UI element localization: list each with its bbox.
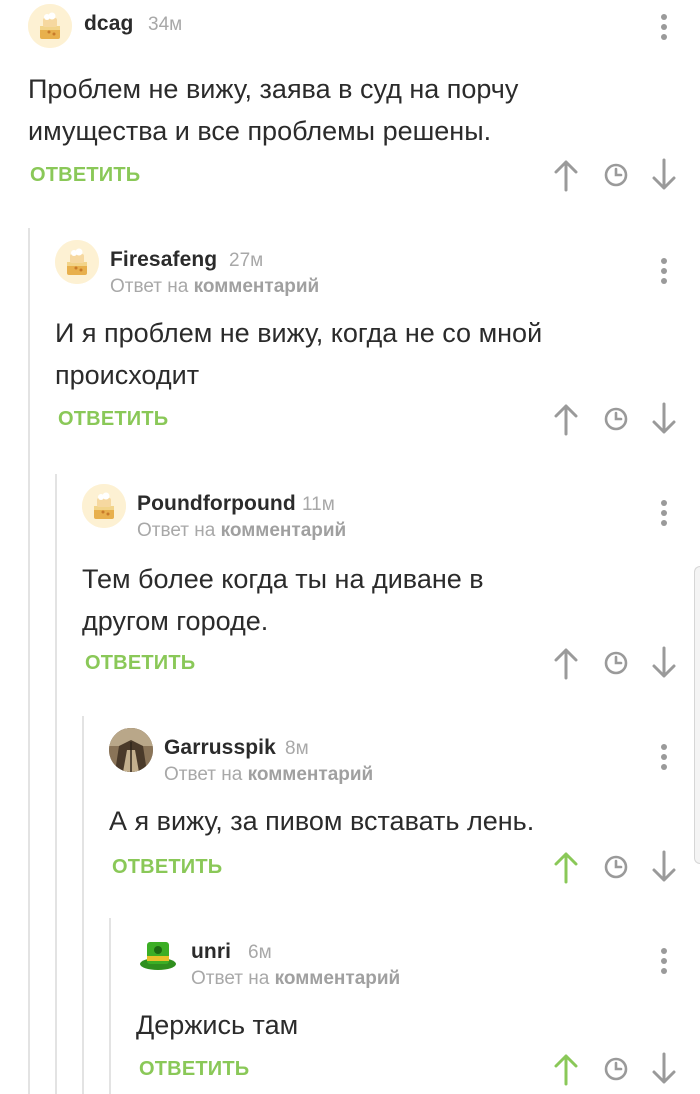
comment: dcag 34м Проблем не вижу, заява в суд на… bbox=[0, 0, 700, 210]
reply-to-prefix: Ответ на bbox=[164, 764, 243, 785]
reply-button[interactable]: ОТВЕТИТЬ bbox=[112, 856, 222, 879]
cake-icon bbox=[82, 484, 126, 528]
comment-text: Проблем не вижу, заява в суд на порчу им… bbox=[28, 74, 519, 146]
cake-icon bbox=[55, 240, 99, 284]
reply-button[interactable]: ОТВЕТИТЬ bbox=[85, 652, 195, 675]
reply-to-link[interactable]: комментарий bbox=[275, 968, 401, 989]
comment-header: unri 6м Ответ на комментарий bbox=[136, 928, 700, 992]
arrow-down-icon[interactable] bbox=[648, 646, 680, 680]
comment: Poundforpound 11м Ответ на комментарий Т… bbox=[82, 480, 700, 700]
clock-icon[interactable] bbox=[600, 158, 632, 192]
more-vertical-icon[interactable] bbox=[661, 258, 667, 288]
clock-icon[interactable] bbox=[600, 1052, 632, 1086]
comment-text: И я проблем не вижу, когда не со мной пр… bbox=[55, 318, 543, 390]
more-vertical-icon[interactable] bbox=[661, 744, 667, 774]
username[interactable]: dcag bbox=[84, 12, 133, 36]
comment-time: 8м bbox=[285, 738, 309, 759]
comment-actions: ОТВЕТИТЬ bbox=[112, 850, 692, 886]
reply-to: Ответ на комментарий bbox=[191, 968, 400, 990]
cake-icon bbox=[28, 4, 72, 48]
comment-actions: ОТВЕТИТЬ bbox=[30, 158, 690, 194]
scrollbar[interactable] bbox=[694, 566, 700, 864]
comment-text: А я вижу, за пивом вставать лень. bbox=[109, 806, 535, 836]
reply-to-link[interactable]: комментарий bbox=[221, 520, 347, 541]
clock-icon[interactable] bbox=[600, 850, 632, 884]
arrow-up-icon[interactable] bbox=[550, 1052, 582, 1086]
clock-icon[interactable] bbox=[600, 646, 632, 680]
arrow-up-icon[interactable] bbox=[550, 850, 582, 884]
more-vertical-icon[interactable] bbox=[661, 500, 667, 530]
user-avatar[interactable] bbox=[28, 4, 72, 48]
reply-to: Ответ на комментарий bbox=[137, 520, 346, 542]
user-avatar[interactable] bbox=[136, 932, 180, 976]
arrow-up-icon[interactable] bbox=[550, 402, 582, 436]
comment-thread: dcag 34м Проблем не вижу, заява в суд на… bbox=[0, 0, 700, 1094]
reply-button[interactable]: ОТВЕТИТЬ bbox=[139, 1058, 249, 1081]
comment-time: 34м bbox=[148, 14, 183, 35]
user-avatar[interactable] bbox=[109, 728, 153, 772]
thread-line[interactable] bbox=[28, 228, 30, 1094]
more-vertical-icon[interactable] bbox=[661, 14, 667, 44]
comment-actions: ОТВЕТИТЬ bbox=[85, 646, 690, 682]
comment: Firesafeng 27м Ответ на комментарий И я … bbox=[55, 236, 700, 456]
username[interactable]: unri bbox=[191, 940, 231, 964]
comment-header: Poundforpound 11м Ответ на комментарий bbox=[82, 480, 700, 544]
arrow-down-icon[interactable] bbox=[648, 1052, 680, 1086]
green-top-hat-icon bbox=[136, 932, 180, 976]
comment-text: Держись там bbox=[136, 1010, 299, 1040]
arrow-down-icon[interactable] bbox=[648, 850, 680, 884]
reply-to: Ответ на комментарий bbox=[164, 764, 373, 786]
comment: Garrusspik 8м Ответ на комментарий А я в… bbox=[109, 724, 700, 904]
reply-to-prefix: Ответ на bbox=[110, 276, 189, 297]
thread-line[interactable] bbox=[82, 716, 84, 1094]
reply-to-link[interactable]: комментарий bbox=[194, 276, 320, 297]
clock-icon[interactable] bbox=[600, 402, 632, 436]
comment-actions: ОТВЕТИТЬ bbox=[58, 402, 688, 438]
comment-time: 6м bbox=[248, 942, 272, 963]
thread-line[interactable] bbox=[55, 474, 57, 1094]
arrow-down-icon[interactable] bbox=[648, 402, 680, 436]
more-vertical-icon[interactable] bbox=[661, 948, 667, 978]
arrow-up-icon[interactable] bbox=[550, 158, 582, 192]
arrow-down-icon[interactable] bbox=[648, 158, 680, 192]
thread-line[interactable] bbox=[109, 918, 111, 1094]
user-avatar[interactable] bbox=[55, 240, 99, 284]
reply-to-link[interactable]: комментарий bbox=[248, 764, 374, 785]
comment-text: Тем более когда ты на диване в другом го… bbox=[82, 564, 484, 636]
comment: unri 6м Ответ на комментарий Держись там… bbox=[136, 928, 700, 1094]
comment-header: dcag 34м bbox=[0, 0, 700, 64]
username[interactable]: Poundforpound bbox=[137, 492, 296, 516]
reply-to-prefix: Ответ на bbox=[137, 520, 216, 541]
reply-to: Ответ на комментарий bbox=[110, 276, 319, 298]
comment-time: 11м bbox=[302, 494, 335, 515]
user-avatar[interactable] bbox=[82, 484, 126, 528]
comment-time: 27м bbox=[229, 250, 264, 271]
reply-button[interactable]: ОТВЕТИТЬ bbox=[30, 164, 140, 187]
arrow-up-icon[interactable] bbox=[550, 646, 582, 680]
username[interactable]: Garrusspik bbox=[164, 736, 276, 760]
comment-header: Firesafeng 27м Ответ на комментарий bbox=[55, 236, 700, 300]
comment-header: Garrusspik 8м Ответ на комментарий bbox=[109, 724, 700, 788]
photo-avatar-icon bbox=[109, 728, 153, 772]
reply-to-prefix: Ответ на bbox=[191, 968, 270, 989]
username[interactable]: Firesafeng bbox=[110, 248, 217, 272]
reply-button[interactable]: ОТВЕТИТЬ bbox=[58, 408, 168, 431]
comment-actions: ОТВЕТИТЬ bbox=[139, 1052, 694, 1088]
